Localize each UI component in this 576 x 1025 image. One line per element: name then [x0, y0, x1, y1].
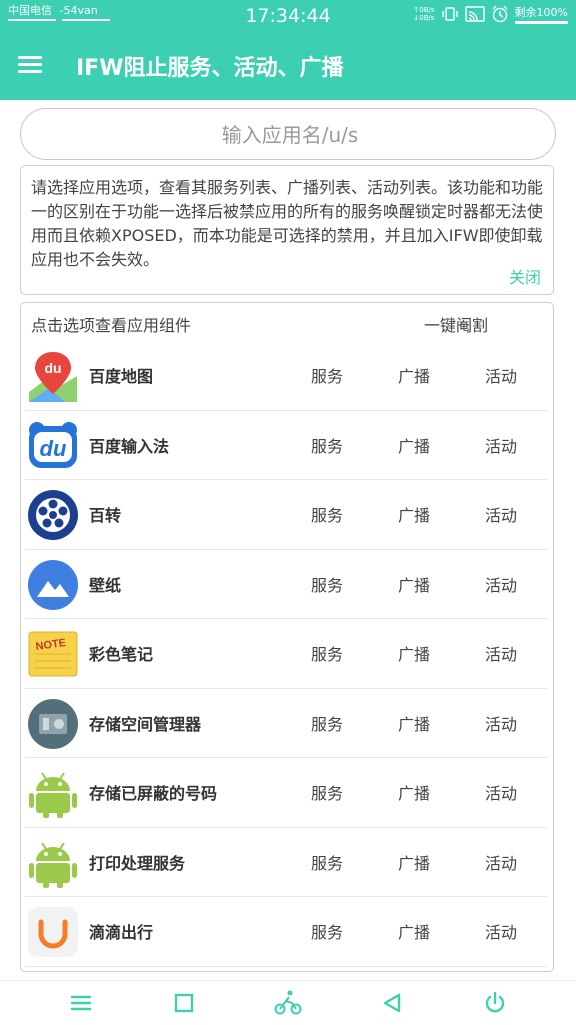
service-button[interactable]: 服务: [311, 850, 343, 874]
app-list: du 百度地图 服务 广播 活动 du 百度输入法 服务 广播 活动 百转 服务…: [21, 341, 553, 967]
list-item[interactable]: 百转 服务 广播 活动: [21, 480, 553, 550]
menu-icon-line: [18, 63, 42, 66]
battery-indicator: 剩余100%: [514, 4, 568, 24]
search-box[interactable]: [20, 108, 559, 161]
nav-back-icon[interactable]: [378, 989, 406, 1017]
app-name: 打印处理服务: [89, 853, 186, 873]
broadcast-button[interactable]: 广播: [398, 919, 430, 943]
android-icon: [29, 841, 77, 888]
list-item[interactable]: NOTE 彩色笔记 服务 广播 活动: [21, 619, 553, 689]
app-name: 百度输入法: [89, 436, 170, 456]
vibrate-icon: [441, 7, 458, 21]
battery-label: 剩余100%: [514, 6, 568, 19]
list-header: 点击选项查看应用组件: [31, 316, 192, 335]
app-list-card: 点击选项查看应用组件 一键阉割 du 百度地图 服务 广播 活动 du 百度输入…: [20, 302, 554, 972]
activity-button[interactable]: 活动: [485, 363, 517, 387]
app-name: 彩色笔记: [89, 645, 154, 664]
list-item[interactable]: 壁纸 服务 广播 活动: [21, 550, 553, 619]
rate-up: 0B/s: [419, 6, 435, 14]
wallpaper-icon: [28, 559, 78, 610]
service-button[interactable]: 服务: [311, 780, 343, 804]
broadcast-button[interactable]: 广播: [398, 850, 430, 874]
list-item[interactable]: 滴滴出行 服务 广播 活动: [21, 897, 553, 967]
app-bar: IFW阻止服务、活动、广播: [0, 32, 576, 100]
service-button[interactable]: 服务: [311, 502, 343, 526]
service-button[interactable]: 服务: [311, 641, 343, 665]
list-item[interactable]: 存储已屏蔽的号码 服务 广播 活动: [21, 758, 553, 828]
broadcast-button[interactable]: 广播: [398, 641, 430, 665]
navigation-bar: [0, 980, 576, 1025]
nav-bike-icon[interactable]: [274, 989, 302, 1017]
battery-bar: [514, 21, 568, 24]
app-name: 存储空间管理器: [89, 714, 202, 734]
info-text: 请选择应用选项，查看其服务列表、广播列表、活动列表。该功能和功能一的区别在于功能…: [31, 178, 544, 269]
baidu-input-icon-text: du: [40, 436, 67, 461]
rate-down: 0B/s: [419, 14, 435, 22]
service-button[interactable]: 服务: [311, 363, 343, 387]
app-name: 百度地图: [89, 367, 154, 386]
network-rate: ↑0B/s ↓0B/s: [413, 6, 435, 22]
storage-manager-icon: [28, 698, 78, 749]
list-item[interactable]: du 百度地图 服务 广播 活动: [21, 341, 553, 411]
menu-icon-line: [18, 70, 42, 73]
cast-icon: [464, 6, 485, 22]
status-bar: 中国电信 -54van 17:34:44 ↑0B/s ↓0B/s 剩余100%: [0, 0, 576, 32]
app-name: 存储已屏蔽的号码: [89, 784, 218, 803]
app-name: 壁纸: [89, 575, 122, 595]
broadcast-button[interactable]: 广播: [398, 711, 430, 735]
alarm-icon: [492, 5, 508, 23]
nav-recent-icon[interactable]: [170, 989, 198, 1017]
color-note-icon: NOTE: [28, 631, 78, 677]
broadcast-button[interactable]: 广播: [398, 433, 430, 457]
activity-button[interactable]: 活动: [485, 850, 517, 874]
app-name: 百转: [89, 506, 122, 525]
activity-button[interactable]: 活动: [485, 641, 517, 665]
info-card: 请选择应用选项，查看其服务列表、广播列表、活动列表。该功能和功能一的区别在于功能…: [20, 165, 554, 295]
baizhuan-icon: [28, 490, 78, 540]
divider: [25, 965, 547, 967]
service-button[interactable]: 服务: [311, 919, 343, 943]
list-item[interactable]: du 百度输入法 服务 广播 活动: [21, 411, 553, 480]
app-name: 滴滴出行: [89, 923, 154, 942]
activity-button[interactable]: 活动: [485, 919, 517, 943]
close-button[interactable]: 关闭: [509, 264, 541, 288]
menu-button[interactable]: [18, 52, 52, 82]
broadcast-button[interactable]: 广播: [398, 363, 430, 387]
nav-power-icon[interactable]: [481, 989, 509, 1017]
baidu-map-icon: du: [27, 350, 79, 402]
activity-button[interactable]: 活动: [485, 433, 517, 457]
broadcast-button[interactable]: 广播: [398, 572, 430, 596]
broadcast-button[interactable]: 广播: [398, 502, 430, 526]
android-icon: [29, 772, 77, 818]
status-right: ↑0B/s ↓0B/s 剩余100%: [413, 4, 568, 24]
activity-button[interactable]: 活动: [485, 502, 517, 526]
broadcast-button[interactable]: 广播: [398, 780, 430, 804]
menu-icon: [18, 56, 42, 59]
one-click-disable-button[interactable]: 一键阉割: [424, 312, 488, 336]
activity-button[interactable]: 活动: [485, 711, 517, 735]
service-button[interactable]: 服务: [311, 572, 343, 596]
baidu-input-icon: du: [29, 421, 77, 468]
baidu-map-icon-text: du: [44, 360, 61, 376]
service-button[interactable]: 服务: [311, 711, 343, 735]
activity-button[interactable]: 活动: [485, 572, 517, 596]
nav-menu-icon[interactable]: [67, 989, 95, 1017]
service-button[interactable]: 服务: [311, 433, 343, 457]
page-title: IFW阻止服务、活动、广播: [76, 56, 344, 81]
search-input[interactable]: [21, 109, 559, 161]
list-item[interactable]: 打印处理服务 服务 广播 活动: [21, 828, 553, 897]
didi-icon: [28, 907, 78, 957]
list-item[interactable]: 存储空间管理器 服务 广播 活动: [21, 689, 553, 758]
activity-button[interactable]: 活动: [485, 780, 517, 804]
